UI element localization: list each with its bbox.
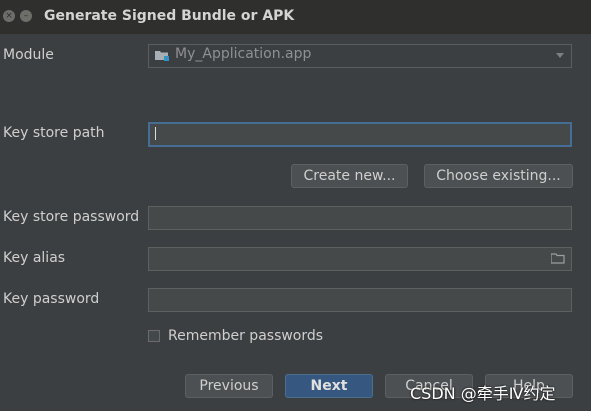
key-alias-label: Key alias [3, 250, 66, 266]
next-button[interactable]: Next [285, 374, 373, 398]
key-store-path-input[interactable] [148, 122, 572, 147]
key-password-label: Key password [3, 291, 100, 307]
text-caret [155, 127, 156, 140]
key-store-path-label: Key store path [3, 125, 105, 141]
key-store-password-label: Key store password [3, 209, 140, 225]
remember-passwords-label: Remember passwords [168, 328, 324, 344]
previous-button[interactable]: Previous [185, 374, 273, 398]
minimize-window-icon[interactable]: – [20, 10, 32, 22]
folder-browse-icon[interactable] [551, 253, 565, 264]
create-new-button[interactable]: Create new... [291, 164, 408, 188]
folder-module-icon [155, 51, 169, 61]
title-bar: × – Generate Signed Bundle or APK [0, 0, 591, 34]
choose-existing-button[interactable]: Choose existing... [424, 164, 573, 188]
close-window-icon[interactable]: × [3, 10, 15, 22]
key-password-input[interactable] [148, 288, 572, 312]
module-label: Module [3, 47, 54, 63]
dialog-title: Generate Signed Bundle or APK [44, 8, 295, 24]
remember-passwords-checkbox[interactable] [148, 330, 160, 342]
chevron-down-icon [556, 53, 564, 58]
csdn-watermark: CSDN @牵手Ⅳ约定 [410, 384, 556, 403]
module-select-value: My_Application.app [175, 46, 312, 62]
key-alias-input[interactable] [148, 247, 572, 271]
key-store-password-input[interactable] [148, 206, 572, 230]
module-select[interactable]: My_Application.app [148, 44, 572, 68]
